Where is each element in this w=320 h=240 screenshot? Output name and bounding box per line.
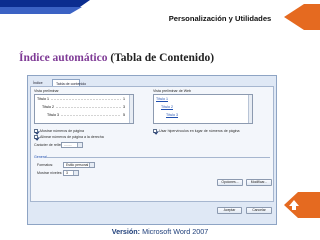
- tab-leader-value: ........: [64, 143, 72, 147]
- web-preview-label: Vista preliminar de Web: [153, 89, 192, 93]
- formats-value: Estilo personal: [66, 163, 89, 167]
- cancel-button[interactable]: Cancelar: [246, 207, 272, 214]
- header-light-band: [0, 7, 82, 14]
- tab-leader-select[interactable]: ........: [61, 142, 83, 148]
- stepper-arrows-icon: [73, 171, 78, 175]
- print-preview-label: Vista preliminar: [34, 89, 59, 93]
- formats-label: Formatos:: [37, 163, 54, 167]
- web-entry-1[interactable]: Título 1: [156, 97, 168, 101]
- align-right-label: Alinear números de página a la derecha: [40, 135, 104, 139]
- heading-accent: Índice automático: [19, 52, 108, 64]
- slide-heading: Índice automático (Tabla de Contenido): [19, 52, 214, 64]
- use-hyperlinks-checkbox[interactable]: [153, 129, 157, 133]
- accept-button[interactable]: Aceptar: [217, 207, 242, 214]
- corner-arrow-top-icon: [284, 4, 320, 30]
- header-blue-band: [0, 0, 90, 7]
- show-page-numbers-checkbox[interactable]: [34, 129, 38, 133]
- levels-value: 3: [66, 171, 68, 175]
- levels-label: Mostrar niveles:: [37, 171, 63, 175]
- print-preview-box: Título 1 1 Título 2 3 Título 3 5: [34, 94, 134, 124]
- web-preview-box: Título 1 Título 2 Título 3: [153, 94, 253, 124]
- modify-button[interactable]: Modificar...: [246, 179, 272, 186]
- footer-label: Versión:: [111, 227, 141, 236]
- general-divider: [46, 157, 270, 158]
- page-header-title: Personalización y Utilidades: [168, 14, 272, 23]
- arrow-up-icon: [289, 200, 299, 210]
- formats-select[interactable]: Estilo personal: [63, 162, 95, 168]
- options-button[interactable]: Opciones...: [217, 179, 243, 186]
- use-hyperlinks-label: Usar hipervínculos en lugar de números d…: [159, 129, 240, 133]
- tab-panel: Vista preliminar Título 1 1 Título 2 3 T…: [30, 86, 274, 202]
- footer-version: Versión: Microsoft Word 2007: [0, 227, 320, 236]
- show-page-numbers-label: Mostrar números de página: [40, 129, 84, 133]
- footer-value: Microsoft Word 2007: [142, 227, 209, 236]
- toc-dialog: Índice Tabla de contenido Vista prelimin…: [27, 75, 277, 225]
- print-dot-leaders: [51, 99, 121, 116]
- print-preview-scrollbar[interactable]: [129, 95, 133, 123]
- levels-stepper[interactable]: 3: [63, 170, 79, 176]
- web-entry-2[interactable]: Título 2: [161, 105, 173, 109]
- general-section-title: General: [34, 155, 47, 159]
- web-preview-scrollbar[interactable]: [248, 95, 252, 123]
- web-entry-3[interactable]: Título 3: [166, 113, 178, 117]
- chevron-down-icon: [89, 163, 94, 167]
- heading-rest: (Tabla de Contenido): [110, 52, 215, 64]
- chevron-down-icon: [77, 143, 82, 147]
- align-right-checkbox[interactable]: [34, 135, 38, 139]
